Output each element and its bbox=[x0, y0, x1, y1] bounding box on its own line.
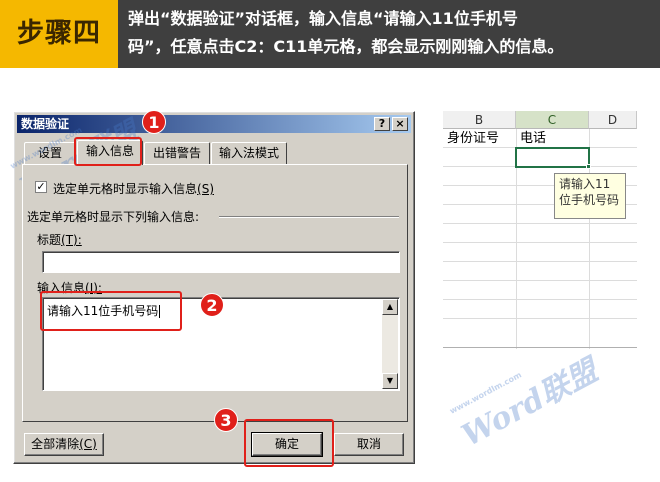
step-description: 弹出“数据验证”对话框，输入信息“请输入11位手机号 码”，任意点击C2：C11… bbox=[128, 5, 656, 61]
column-header-b[interactable]: B bbox=[443, 111, 516, 129]
scroll-down-arrow-icon[interactable]: ▼ bbox=[382, 373, 398, 389]
step-label: 步骤四 bbox=[0, 0, 118, 68]
clear-all-hotkey: (C) bbox=[79, 437, 97, 451]
scroll-up-arrow-icon[interactable]: ▲ bbox=[382, 299, 398, 315]
grid-line bbox=[443, 223, 637, 224]
grid-line bbox=[443, 242, 637, 243]
column-header-d[interactable]: D bbox=[589, 111, 637, 129]
title-input[interactable] bbox=[42, 251, 400, 273]
step-description-line-2: 码”，任意点击C2：C11单元格，都会显示刚刚输入的信息。 bbox=[128, 37, 564, 56]
group-label: 选定单元格时显示下列输入信息: bbox=[27, 210, 200, 224]
highlight-message-text bbox=[40, 291, 182, 331]
highlight-input-message-tab bbox=[74, 137, 142, 166]
highlight-ok-button bbox=[244, 419, 334, 467]
grid-line bbox=[443, 299, 637, 300]
message-scrollbar[interactable]: ▲ ▼ bbox=[382, 299, 398, 389]
title-label-hotkey: (T): bbox=[61, 233, 82, 247]
clear-all-button[interactable]: 全部清除(C) bbox=[24, 433, 104, 456]
tab-ime-mode[interactable]: 输入法模式 bbox=[211, 142, 287, 164]
step-description-line-1: 弹出“数据验证”对话框，输入信息“请输入11位手机号 bbox=[128, 9, 518, 28]
cell-b1[interactable]: 身份证号 bbox=[447, 130, 499, 148]
grid-line bbox=[443, 261, 637, 262]
dialog-title: 数据验证 bbox=[21, 117, 70, 131]
grid-line bbox=[443, 318, 637, 319]
callout-2: 2 bbox=[200, 293, 224, 317]
checkbox-label-hotkey: (S) bbox=[197, 182, 214, 196]
show-input-message-label: 选定单元格时显示输入信息(S) bbox=[53, 180, 214, 197]
fill-handle[interactable] bbox=[586, 164, 591, 169]
title-label-text: 标题 bbox=[37, 233, 62, 247]
cell-c1[interactable]: 电话 bbox=[520, 130, 546, 148]
tab-error-alert[interactable]: 出错警告 bbox=[144, 142, 210, 164]
sheet-bottom-edge bbox=[443, 347, 637, 348]
active-cell-c2[interactable] bbox=[515, 147, 590, 168]
show-input-message-checkbox[interactable]: ✓ bbox=[35, 181, 47, 193]
callout-1: 1 bbox=[142, 110, 166, 134]
callout-3: 3 bbox=[214, 408, 238, 432]
checkbox-label-text: 选定单元格时显示输入信息 bbox=[53, 182, 198, 196]
group-divider bbox=[219, 216, 399, 218]
cancel-button[interactable]: 取消 bbox=[334, 433, 404, 456]
close-button[interactable]: × bbox=[392, 117, 408, 131]
watermark-logo-bottom: www.wordlm.com Word联盟 bbox=[448, 338, 604, 454]
column-header-c[interactable]: C bbox=[516, 111, 589, 129]
grid-line bbox=[443, 280, 637, 281]
input-message-tooltip: 请输入11位手机号码 bbox=[554, 173, 626, 219]
title-field-label: 标题(T): bbox=[37, 231, 82, 248]
instruction-banner: 步骤四 弹出“数据验证”对话框，输入信息“请输入11位手机号 码”，任意点击C2… bbox=[0, 0, 660, 68]
help-button[interactable]: ? bbox=[374, 117, 390, 131]
clear-all-text: 全部清除 bbox=[31, 437, 80, 451]
spreadsheet-area: B C D 身份证号 电话 请输入11位手机号码 bbox=[443, 111, 637, 349]
